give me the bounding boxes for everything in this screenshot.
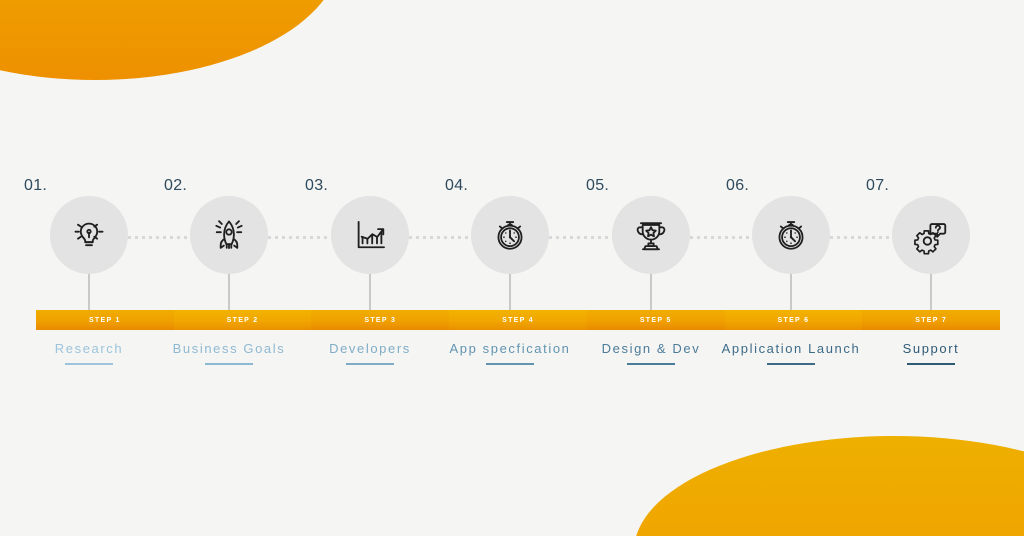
step-title-rule-7 (907, 363, 955, 365)
bar-label-6: STEP 6 (777, 316, 810, 324)
bar-segment-5[interactable]: STEP 5 (586, 310, 725, 330)
step-number-2: 02. (164, 177, 188, 194)
step-title-6: Application Launch (721, 341, 861, 356)
bar-segment-7[interactable]: STEP 7 (862, 310, 1000, 330)
step-progress-bar: STEP 1 STEP 2 STEP 3 STEP 4 STEP 5 STEP … (36, 310, 1000, 330)
bar-label-4: STEP 4 (502, 316, 534, 324)
bar-segment-3[interactable]: STEP 3 (311, 310, 450, 330)
process-timeline: 01. 02. 03. 04. 05. 06. 07. STEP 1 STEP … (0, 0, 1024, 536)
step-item-1[interactable]: 01. (16, 176, 162, 282)
step-title-block-7: Support (841, 340, 1021, 365)
step-title-rule-2 (205, 363, 253, 365)
step-icon-circle-3 (331, 196, 409, 274)
step-item-6[interactable]: 06. (718, 176, 864, 282)
step-title-rule-5 (627, 363, 675, 365)
step-number-5: 05. (586, 177, 610, 194)
step-item-5[interactable]: 05. (578, 176, 724, 282)
rocket-icon (208, 214, 250, 256)
step-title-5: Design & Dev (601, 341, 701, 356)
bar-label-7: STEP 7 (915, 316, 948, 324)
step-icon-circle-1 (50, 196, 128, 274)
bar-label-5: STEP 5 (639, 316, 672, 324)
step-icon-circle-7 (892, 196, 970, 274)
step-title-3: Developers (329, 341, 411, 356)
step-title-rule-6 (767, 363, 815, 365)
step-number-7: 07. (866, 177, 890, 194)
trophy-icon (630, 214, 672, 256)
step-icon-circle-2 (190, 196, 268, 274)
stopwatch-icon (489, 214, 531, 256)
bar-label-1: STEP 1 (88, 316, 121, 324)
step-number-3: 03. (305, 177, 329, 194)
step-title-2: Business Goals (172, 341, 286, 356)
step-number-4: 04. (445, 177, 469, 194)
step-title-7: Support (902, 341, 960, 356)
bar-segment-6[interactable]: STEP 6 (724, 310, 863, 330)
step-item-3[interactable]: 03. (297, 176, 443, 282)
step-title-rule-3 (346, 363, 394, 365)
bar-segment-2[interactable]: STEP 2 (173, 310, 312, 330)
step-item-2[interactable]: 02. (156, 176, 302, 282)
step-title-1: Research (54, 341, 124, 356)
infographic-canvas: 01. 02. 03. 04. 05. 06. 07. STEP 1 STEP … (0, 0, 1024, 536)
step-title-4: App specfication (449, 341, 571, 356)
step-title-rule-1 (65, 363, 113, 365)
bar-label-2: STEP 2 (226, 316, 259, 324)
step-number-6: 06. (726, 177, 750, 194)
step-icon-circle-6 (752, 196, 830, 274)
step-number-1: 01. (24, 177, 48, 194)
step-item-4[interactable]: 04. (437, 176, 583, 282)
step-item-7[interactable]: 07. (858, 176, 1004, 282)
bar-label-3: STEP 3 (364, 316, 397, 324)
growth-chart-icon (349, 214, 391, 256)
stopwatch-icon (770, 214, 812, 256)
lightbulb-icon (68, 214, 110, 256)
step-icon-circle-5 (612, 196, 690, 274)
bar-segment-4[interactable]: STEP 4 (449, 310, 587, 330)
bar-segment-1[interactable]: STEP 1 (36, 310, 174, 330)
step-title-rule-4 (486, 363, 534, 365)
step-icon-circle-4 (471, 196, 549, 274)
gear-question-icon (910, 214, 952, 256)
